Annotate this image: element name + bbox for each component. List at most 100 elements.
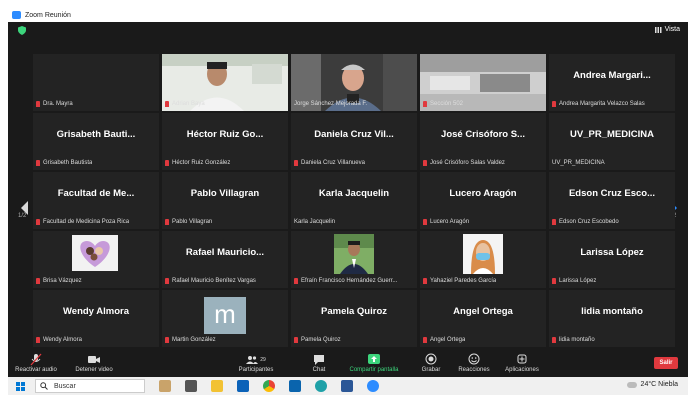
weather-widget[interactable]: 24°C Niebla: [626, 381, 678, 388]
taskbar-search-placeholder: Buscar: [54, 382, 76, 390]
participant-tile[interactable]: Pablo Villagran Pablo Villagran: [162, 172, 288, 229]
stop-video-label: Detener video: [75, 367, 113, 373]
chrome-icon[interactable]: [263, 380, 275, 392]
participant-tile[interactable]: Karla Jacquelin Karla Jacquelin: [291, 172, 417, 229]
taskbar-search-box[interactable]: Buscar: [35, 379, 145, 393]
participant-tile[interactable]: Grisabeth Bauti... Grisabeth Bautista: [33, 113, 159, 170]
stop-video-button[interactable]: Detener video: [72, 353, 116, 373]
participant-name: Grisabeth Bautista: [43, 159, 93, 166]
participant-name: Dra. Mayra: [43, 100, 73, 107]
participant-name: Rafael Mauricio Benítez Vargas: [172, 277, 256, 284]
view-button[interactable]: Vista: [654, 26, 680, 33]
profile-photo: [334, 234, 374, 274]
apps-icon: [517, 354, 527, 364]
participant-display-name: Angel Ortega: [453, 306, 513, 317]
participant-tile[interactable]: Jorge Sánchez Mejorada F.: [291, 54, 417, 111]
edge-icon[interactable]: [315, 380, 327, 392]
participant-tile[interactable]: Adrian Baya: [162, 54, 288, 111]
participant-display-name: Héctor Ruiz Go...: [186, 129, 264, 140]
participant-name: Adrian Baya: [172, 100, 205, 107]
shield-icon[interactable]: [18, 26, 26, 35]
participant-name: Martin González: [172, 336, 216, 343]
chat-icon: [314, 355, 324, 365]
participant-tile[interactable]: Angel Ortega Angel Ortega: [420, 290, 546, 347]
muted-microphone-icon: [423, 159, 427, 166]
participant-display-name: lidia montaño: [581, 306, 643, 317]
participant-tile[interactable]: Daniela Cruz Vil... Daniela Cruz Villanue…: [291, 113, 417, 170]
participant-tile[interactable]: Héctor Ruiz Go... Héctor Ruiz González: [162, 113, 288, 170]
fog-cloud-icon: [626, 381, 637, 388]
unmute-button[interactable]: Reactivar audio: [14, 353, 58, 373]
participant-display-name: Pamela Quiroz: [321, 306, 387, 317]
reactions-button[interactable]: Reacciones: [454, 353, 494, 373]
task-view-icon[interactable]: [185, 380, 197, 392]
zoom-taskbar-icon[interactable]: [367, 380, 379, 392]
participant-display-name: Karla Jacquelin: [318, 188, 390, 199]
participant-name: Karla Jacquelin: [294, 218, 336, 225]
participant-display-name: José Crisóforo S...: [441, 129, 525, 140]
share-screen-button[interactable]: Compartir pantalla: [342, 353, 406, 373]
chat-button[interactable]: Chat: [304, 353, 334, 373]
participant-tile[interactable]: lidia montaño lidia montaño: [549, 290, 675, 347]
file-explorer-icon[interactable]: [211, 380, 223, 392]
participant-tile[interactable]: José Crisóforo S... José Crisóforo Salas …: [420, 113, 546, 170]
participant-name: Brisa Vázquez: [43, 277, 82, 284]
participant-name: Larissa López: [559, 277, 597, 284]
participant-tile[interactable]: Edson Cruz Esco... Edson Cruz Escobedo: [549, 172, 675, 229]
taskbar-app-image-icon[interactable]: [159, 380, 171, 392]
participant-name-label: Dra. Mayra: [36, 99, 73, 108]
participant-name-label: Sección 502: [423, 99, 463, 108]
leave-button[interactable]: Salir: [654, 357, 678, 369]
participant-tile[interactable]: Sección 502: [420, 54, 546, 111]
participant-tile[interactable]: Rafael Mauricio... Rafael Mauricio Beníte…: [162, 231, 288, 288]
participant-tile[interactable]: Efraín Francisco Hernández Guerr...: [291, 231, 417, 288]
zoom-window: Zoom Reunión Vista 1/2 1/2 Dra. MayraAdr…: [8, 8, 688, 395]
heart-avatar-image: [72, 235, 118, 271]
muted-microphone-icon: [294, 159, 298, 166]
initial-avatar: m: [204, 297, 246, 334]
participants-button[interactable]: 29 Participantes: [232, 353, 280, 373]
participant-tile[interactable]: Brisa Vázquez: [33, 231, 159, 288]
participant-tile[interactable]: Pamela Quiroz Pamela Quiroz: [291, 290, 417, 347]
muted-microphone-icon: [36, 159, 40, 166]
title-bar: Zoom Reunión: [8, 8, 688, 22]
windows-start-icon[interactable]: [16, 381, 25, 391]
participant-tile[interactable]: UV_PR_MEDICINA UV_PR_MEDICINA: [549, 113, 675, 170]
record-label: Grabar: [421, 367, 441, 373]
participant-name-label: Larissa López: [552, 276, 596, 285]
participant-tile[interactable]: m Martin González: [162, 290, 288, 347]
participant-tile[interactable]: Yahaziel Paredes García: [420, 231, 546, 288]
participant-name-label: Grisabeth Bautista: [36, 158, 92, 167]
participant-name: José Crisóforo Salas Valdez: [430, 159, 505, 166]
participant-display-name: UV_PR_MEDICINA: [570, 129, 654, 140]
participant-display-name: Andrea Margari...: [573, 70, 651, 81]
muted-microphone-icon: [36, 336, 40, 343]
participant-tile[interactable]: Wendy Almora Wendy Almora: [33, 290, 159, 347]
participant-tile[interactable]: Dra. Mayra: [33, 54, 159, 111]
participant-tile[interactable]: Larissa López Larissa López: [549, 231, 675, 288]
store-icon[interactable]: [237, 380, 249, 392]
avatar-initial: m: [214, 299, 236, 329]
participant-name: Andrea Margarita Velazco Salas: [559, 100, 645, 107]
apps-button[interactable]: Aplicaciones: [500, 353, 544, 373]
word-icon[interactable]: [341, 380, 353, 392]
meeting-toolbar: Reactivar audio Detener video 29 Partici…: [8, 351, 688, 377]
window-title: Zoom Reunión: [25, 11, 71, 19]
chat-label: Chat: [312, 367, 326, 373]
participant-display-name: Edson Cruz Esco...: [568, 188, 656, 199]
zoom-app-icon: [12, 11, 21, 19]
record-button[interactable]: Grabar: [416, 353, 446, 373]
muted-microphone-icon: [552, 100, 556, 107]
muted-microphone-icon: [165, 100, 169, 107]
participant-display-name: Facultad de Me...: [57, 188, 135, 199]
participant-display-name: Rafael Mauricio...: [185, 247, 265, 258]
muted-microphone-icon: [423, 100, 427, 107]
participant-display-name: Pablo Villagran: [190, 188, 260, 199]
participant-name-label: Rafael Mauricio Benítez Vargas: [165, 276, 256, 285]
participant-tile[interactable]: Andrea Margari... Andrea Margarita Velazc…: [549, 54, 675, 111]
participant-tile[interactable]: Facultad de Me... Facultad de Medicina Po…: [33, 172, 159, 229]
muted-microphone-icon: [165, 159, 169, 166]
mail-icon[interactable]: [289, 380, 301, 392]
participant-tile[interactable]: Lucero Aragón Lucero Aragón: [420, 172, 546, 229]
muted-microphone-icon: [36, 277, 40, 284]
